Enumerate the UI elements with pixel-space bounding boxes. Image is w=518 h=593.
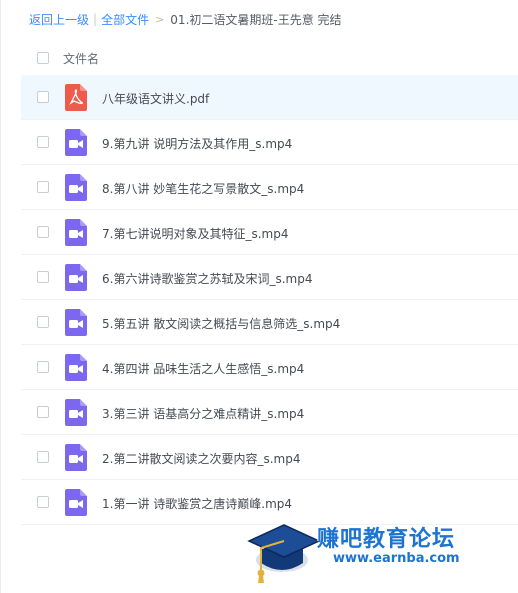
file-checkbox[interactable] bbox=[37, 496, 49, 508]
watermark: 赚吧教育论坛 www.earnba.com bbox=[247, 515, 518, 593]
file-browser: 返回上一级 | 全部文件 > 01.初二语文暑期班-王先意 完结 文件名 八年级… bbox=[0, 0, 518, 593]
file-row[interactable]: 2.第二讲散文阅读之次要内容_s.mp4 bbox=[21, 435, 518, 480]
filename-column-header[interactable]: 文件名 bbox=[63, 50, 99, 67]
file-checkbox[interactable] bbox=[37, 406, 49, 418]
file-checkbox[interactable] bbox=[37, 91, 49, 103]
select-all-checkbox[interactable] bbox=[37, 52, 49, 64]
graduation-cap-logo bbox=[247, 524, 321, 583]
file-checkbox[interactable] bbox=[37, 136, 49, 148]
video-icon[interactable] bbox=[65, 309, 87, 336]
video-icon[interactable] bbox=[65, 174, 87, 201]
file-checkbox[interactable] bbox=[37, 451, 49, 463]
file-name[interactable]: 八年级语文讲义.pdf bbox=[102, 90, 209, 107]
file-checkbox[interactable] bbox=[37, 361, 49, 373]
file-row[interactable]: 6.第六讲诗歌鉴赏之苏轼及宋词_s.mp4 bbox=[21, 255, 518, 300]
watermark-brand: 赚吧教育论坛 bbox=[317, 527, 456, 552]
watermark-url: www.earnba.com bbox=[333, 551, 460, 566]
file-row[interactable]: 八年级语文讲义.pdf bbox=[21, 75, 518, 120]
file-name[interactable]: 6.第六讲诗歌鉴赏之苏轼及宋词_s.mp4 bbox=[102, 270, 312, 287]
file-name[interactable]: 4.第四讲 品味生活之人生感悟_s.mp4 bbox=[102, 360, 304, 377]
video-icon[interactable] bbox=[65, 129, 87, 156]
video-icon[interactable] bbox=[65, 264, 87, 291]
video-icon[interactable] bbox=[65, 444, 87, 471]
file-row[interactable]: 8.第八讲 妙笔生花之写景散文_s.mp4 bbox=[21, 165, 518, 210]
all-files-link[interactable]: 全部文件 bbox=[101, 11, 149, 28]
file-name[interactable]: 3.第三讲 语基高分之难点精讲_s.mp4 bbox=[102, 405, 304, 422]
file-name[interactable]: 7.第七讲说明对象及其特征_s.mp4 bbox=[102, 225, 288, 242]
file-row[interactable]: 9.第九讲 说明方法及其作用_s.mp4 bbox=[21, 120, 518, 165]
file-row[interactable]: 3.第三讲 语基高分之难点精讲_s.mp4 bbox=[21, 390, 518, 435]
breadcrumb: 返回上一级 | 全部文件 > 01.初二语文暑期班-王先意 完结 bbox=[29, 10, 342, 28]
file-list-header: 文件名 bbox=[21, 44, 518, 74]
file-checkbox[interactable] bbox=[37, 226, 49, 238]
video-icon[interactable] bbox=[65, 489, 87, 516]
current-folder-name: 01.初二语文暑期班-王先意 完结 bbox=[170, 12, 342, 27]
file-name[interactable]: 9.第九讲 说明方法及其作用_s.mp4 bbox=[102, 135, 292, 152]
file-name[interactable]: 5.第五讲 散文阅读之概括与信息筛选_s.mp4 bbox=[102, 315, 340, 332]
video-icon[interactable] bbox=[65, 354, 87, 381]
file-checkbox[interactable] bbox=[37, 181, 49, 193]
file-name[interactable]: 2.第二讲散文阅读之次要内容_s.mp4 bbox=[102, 450, 300, 467]
breadcrumb-arrow-icon: > bbox=[155, 12, 165, 26]
file-checkbox[interactable] bbox=[37, 271, 49, 283]
video-icon[interactable] bbox=[65, 399, 87, 426]
pdf-icon[interactable] bbox=[65, 84, 87, 111]
file-row[interactable]: 4.第四讲 品味生活之人生感悟_s.mp4 bbox=[21, 345, 518, 390]
breadcrumb-separator: | bbox=[93, 12, 98, 26]
file-checkbox[interactable] bbox=[37, 316, 49, 328]
file-row[interactable]: 7.第七讲说明对象及其特征_s.mp4 bbox=[21, 210, 518, 255]
back-link[interactable]: 返回上一级 bbox=[29, 11, 89, 28]
file-name[interactable]: 8.第八讲 妙笔生花之写景散文_s.mp4 bbox=[102, 180, 304, 197]
file-row[interactable]: 5.第五讲 散文阅读之概括与信息筛选_s.mp4 bbox=[21, 300, 518, 345]
video-icon[interactable] bbox=[65, 219, 87, 246]
file-name[interactable]: 1.第一讲 诗歌鉴赏之唐诗巅峰.mp4 bbox=[102, 495, 292, 512]
